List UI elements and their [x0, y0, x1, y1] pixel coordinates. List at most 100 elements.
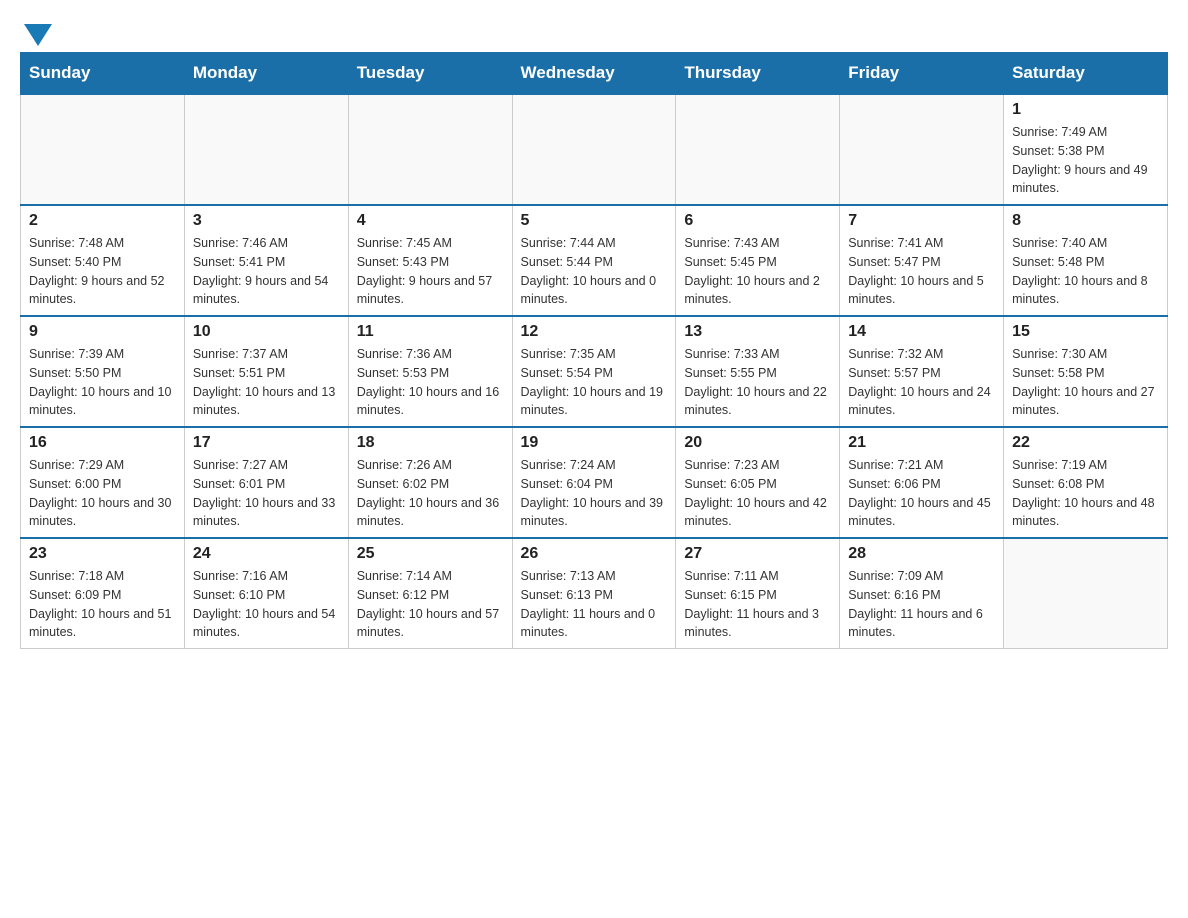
calendar-day-cell: [1004, 538, 1168, 649]
day-of-week-header: Thursday: [676, 53, 840, 95]
calendar-day-cell: 4 Sunrise: 7:45 AM Sunset: 5:43 PM Daylig…: [348, 205, 512, 316]
day-number: 10: [193, 323, 340, 341]
day-info: Sunrise: 7:24 AM Sunset: 6:04 PM Dayligh…: [521, 456, 668, 531]
day-number: 15: [1012, 323, 1159, 341]
calendar-week-row: 23Sunrise: 7:18 AM Sunset: 6:09 PM Dayli…: [21, 538, 1168, 649]
calendar-day-cell: [840, 94, 1004, 205]
calendar-day-cell: 5Sunrise: 7:44 AM Sunset: 5:44 PM Daylig…: [512, 205, 676, 316]
day-number: 20: [684, 434, 831, 452]
day-info: Sunrise: 7:49 AM Sunset: 5:38 PM Dayligh…: [1012, 123, 1159, 198]
day-info: Sunrise: 7:46 AM Sunset: 5:41 PM Dayligh…: [193, 234, 340, 309]
calendar-day-cell: 1 Sunrise: 7:49 AM Sunset: 5:38 PM Daylig…: [1004, 94, 1168, 205]
calendar-week-row: 2 Sunrise: 7:48 AM Sunset: 5:40 PM Daylig…: [21, 205, 1168, 316]
page-header: [20, 20, 1168, 42]
day-number: 18: [357, 434, 504, 452]
day-number: 12: [521, 323, 668, 341]
calendar-week-row: 16Sunrise: 7:29 AM Sunset: 6:00 PM Dayli…: [21, 427, 1168, 538]
day-info: Sunrise: 7:21 AM Sunset: 6:06 PM Dayligh…: [848, 456, 995, 531]
day-number: 6: [684, 212, 831, 230]
calendar-day-cell: 28 Sunrise: 7:09 AM Sunset: 6:16 PM Dayli…: [840, 538, 1004, 649]
calendar-day-cell: 23Sunrise: 7:18 AM Sunset: 6:09 PM Dayli…: [21, 538, 185, 649]
calendar-day-cell: 13 Sunrise: 7:33 AM Sunset: 5:55 PM Dayli…: [676, 316, 840, 427]
day-number: 17: [193, 434, 340, 452]
calendar-day-cell: 22Sunrise: 7:19 AM Sunset: 6:08 PM Dayli…: [1004, 427, 1168, 538]
calendar-day-cell: 20 Sunrise: 7:23 AM Sunset: 6:05 PM Dayli…: [676, 427, 840, 538]
day-info: Sunrise: 7:11 AM Sunset: 6:15 PM Dayligh…: [684, 567, 831, 642]
day-info: Sunrise: 7:37 AM Sunset: 5:51 PM Dayligh…: [193, 345, 340, 420]
day-of-week-header: Saturday: [1004, 53, 1168, 95]
day-info: Sunrise: 7:41 AM Sunset: 5:47 PM Dayligh…: [848, 234, 995, 309]
day-info: Sunrise: 7:45 AM Sunset: 5:43 PM Dayligh…: [357, 234, 504, 309]
day-number: 1: [1012, 101, 1159, 119]
day-number: 19: [521, 434, 668, 452]
day-of-week-header: Friday: [840, 53, 1004, 95]
day-of-week-header: Tuesday: [348, 53, 512, 95]
day-info: Sunrise: 7:32 AM Sunset: 5:57 PM Dayligh…: [848, 345, 995, 420]
calendar-table: SundayMondayTuesdayWednesdayThursdayFrid…: [20, 52, 1168, 649]
calendar-day-cell: 7 Sunrise: 7:41 AM Sunset: 5:47 PM Daylig…: [840, 205, 1004, 316]
day-info: Sunrise: 7:35 AM Sunset: 5:54 PM Dayligh…: [521, 345, 668, 420]
day-info: Sunrise: 7:43 AM Sunset: 5:45 PM Dayligh…: [684, 234, 831, 309]
day-number: 4: [357, 212, 504, 230]
day-of-week-header: Monday: [184, 53, 348, 95]
calendar-day-cell: 15 Sunrise: 7:30 AM Sunset: 5:58 PM Dayli…: [1004, 316, 1168, 427]
day-info: Sunrise: 7:48 AM Sunset: 5:40 PM Dayligh…: [29, 234, 176, 309]
day-info: Sunrise: 7:39 AM Sunset: 5:50 PM Dayligh…: [29, 345, 176, 420]
calendar-day-cell: 19 Sunrise: 7:24 AM Sunset: 6:04 PM Dayli…: [512, 427, 676, 538]
day-info: Sunrise: 7:26 AM Sunset: 6:02 PM Dayligh…: [357, 456, 504, 531]
calendar-day-cell: 24 Sunrise: 7:16 AM Sunset: 6:10 PM Dayli…: [184, 538, 348, 649]
logo-triangle-icon: [24, 24, 52, 46]
calendar-day-cell: 18 Sunrise: 7:26 AM Sunset: 6:02 PM Dayli…: [348, 427, 512, 538]
calendar-day-cell: 3 Sunrise: 7:46 AM Sunset: 5:41 PM Daylig…: [184, 205, 348, 316]
day-of-week-header: Wednesday: [512, 53, 676, 95]
calendar-week-row: 1 Sunrise: 7:49 AM Sunset: 5:38 PM Daylig…: [21, 94, 1168, 205]
day-info: Sunrise: 7:18 AM Sunset: 6:09 PM Dayligh…: [29, 567, 176, 642]
day-info: Sunrise: 7:19 AM Sunset: 6:08 PM Dayligh…: [1012, 456, 1159, 531]
day-info: Sunrise: 7:13 AM Sunset: 6:13 PM Dayligh…: [521, 567, 668, 642]
calendar-week-row: 9 Sunrise: 7:39 AM Sunset: 5:50 PM Daylig…: [21, 316, 1168, 427]
day-number: 14: [848, 323, 995, 341]
calendar-day-cell: 26 Sunrise: 7:13 AM Sunset: 6:13 PM Dayli…: [512, 538, 676, 649]
calendar-day-cell: [512, 94, 676, 205]
day-number: 5: [521, 212, 668, 230]
day-number: 21: [848, 434, 995, 452]
calendar-day-cell: 8 Sunrise: 7:40 AM Sunset: 5:48 PM Daylig…: [1004, 205, 1168, 316]
day-info: Sunrise: 7:36 AM Sunset: 5:53 PM Dayligh…: [357, 345, 504, 420]
day-number: 2: [29, 212, 176, 230]
day-info: Sunrise: 7:29 AM Sunset: 6:00 PM Dayligh…: [29, 456, 176, 531]
day-number: 27: [684, 545, 831, 563]
day-number: 13: [684, 323, 831, 341]
calendar-header-row: SundayMondayTuesdayWednesdayThursdayFrid…: [21, 53, 1168, 95]
day-info: Sunrise: 7:40 AM Sunset: 5:48 PM Dayligh…: [1012, 234, 1159, 309]
day-number: 25: [357, 545, 504, 563]
calendar-day-cell: 6 Sunrise: 7:43 AM Sunset: 5:45 PM Daylig…: [676, 205, 840, 316]
day-number: 7: [848, 212, 995, 230]
day-info: Sunrise: 7:23 AM Sunset: 6:05 PM Dayligh…: [684, 456, 831, 531]
day-info: Sunrise: 7:16 AM Sunset: 6:10 PM Dayligh…: [193, 567, 340, 642]
calendar-day-cell: 16Sunrise: 7:29 AM Sunset: 6:00 PM Dayli…: [21, 427, 185, 538]
day-info: Sunrise: 7:09 AM Sunset: 6:16 PM Dayligh…: [848, 567, 995, 642]
day-info: Sunrise: 7:30 AM Sunset: 5:58 PM Dayligh…: [1012, 345, 1159, 420]
calendar-day-cell: 11 Sunrise: 7:36 AM Sunset: 5:53 PM Dayli…: [348, 316, 512, 427]
calendar-day-cell: 2 Sunrise: 7:48 AM Sunset: 5:40 PM Daylig…: [21, 205, 185, 316]
calendar-day-cell: 12 Sunrise: 7:35 AM Sunset: 5:54 PM Dayli…: [512, 316, 676, 427]
logo: [20, 20, 52, 42]
calendar-day-cell: 27 Sunrise: 7:11 AM Sunset: 6:15 PM Dayli…: [676, 538, 840, 649]
calendar-day-cell: [348, 94, 512, 205]
day-number: 26: [521, 545, 668, 563]
day-number: 8: [1012, 212, 1159, 230]
day-number: 28: [848, 545, 995, 563]
day-number: 11: [357, 323, 504, 341]
day-info: Sunrise: 7:33 AM Sunset: 5:55 PM Dayligh…: [684, 345, 831, 420]
calendar-day-cell: [21, 94, 185, 205]
day-number: 24: [193, 545, 340, 563]
calendar-day-cell: 14 Sunrise: 7:32 AM Sunset: 5:57 PM Dayli…: [840, 316, 1004, 427]
logo-top: [20, 20, 52, 46]
calendar-day-cell: 10 Sunrise: 7:37 AM Sunset: 5:51 PM Dayli…: [184, 316, 348, 427]
calendar-day-cell: 21 Sunrise: 7:21 AM Sunset: 6:06 PM Dayli…: [840, 427, 1004, 538]
calendar-day-cell: 25 Sunrise: 7:14 AM Sunset: 6:12 PM Dayli…: [348, 538, 512, 649]
day-info: Sunrise: 7:14 AM Sunset: 6:12 PM Dayligh…: [357, 567, 504, 642]
day-number: 9: [29, 323, 176, 341]
day-number: 3: [193, 212, 340, 230]
calendar-day-cell: [676, 94, 840, 205]
